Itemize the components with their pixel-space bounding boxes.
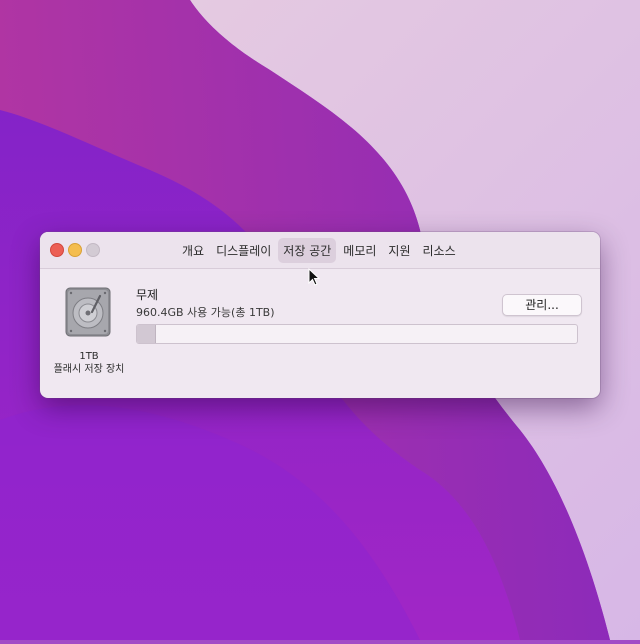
hard-drive-icon	[65, 287, 111, 337]
volume-available: 960.4GB 사용 가능(총 1TB)	[136, 306, 275, 319]
storage-usage-bar	[136, 324, 578, 344]
minimize-button[interactable]	[68, 243, 82, 257]
manage-button[interactable]: 관리...	[502, 294, 582, 316]
storage-usage-fill	[137, 325, 156, 343]
mouse-pointer-icon	[308, 268, 320, 286]
tab-storage[interactable]: 저장 공간	[278, 237, 337, 263]
device-type: 플래시 저장 장치	[53, 364, 125, 375]
device-caption: 1TB 플래시 저장 장치	[40, 350, 138, 376]
tab-support[interactable]: 지원	[383, 238, 415, 263]
volume-name: 무제	[136, 288, 159, 302]
zoom-button	[86, 243, 100, 257]
tab-displays[interactable]: 디스플레이	[211, 238, 276, 263]
tab-overview[interactable]: 개요	[177, 238, 209, 263]
tab-bar: 개요 디스플레이 저장 공간 메모리 지원 리소스	[176, 232, 462, 268]
about-this-mac-window: 개요 디스플레이 저장 공간 메모리 지원 리소스 1TB 플래시 저장 장치 …	[40, 232, 600, 398]
device-capacity: 1TB	[79, 351, 99, 362]
close-button[interactable]	[50, 243, 64, 257]
window-titlebar: 개요 디스플레이 저장 공간 메모리 지원 리소스	[40, 232, 600, 269]
tab-resources[interactable]: 리소스	[418, 238, 461, 263]
tab-memory[interactable]: 메모리	[338, 238, 381, 263]
